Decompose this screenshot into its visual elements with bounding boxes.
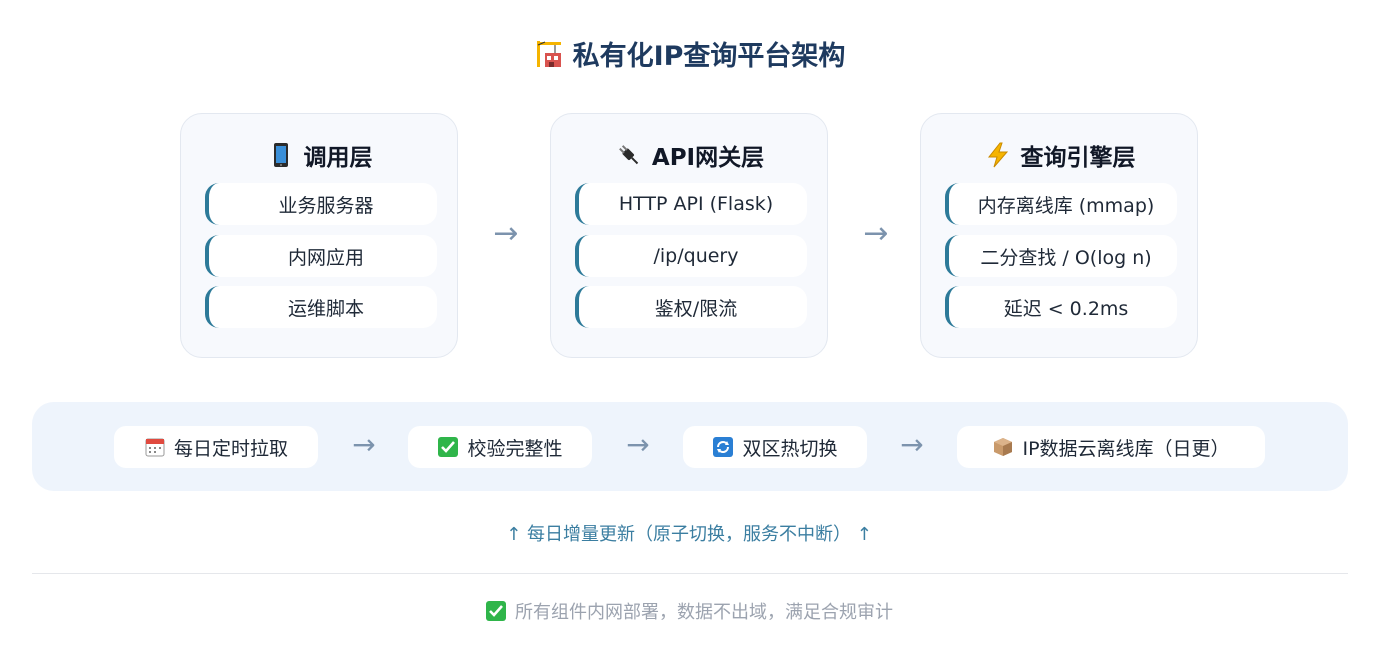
pipeline-step-label: IP数据云离线库（日更） [1022,437,1230,460]
check-box-icon [437,436,459,458]
layer-title-gateway: API网关层 [551,138,827,172]
layer-item: /ip/query [575,235,807,277]
flow-arrow: → [863,216,889,251]
title-text: 私有化IP查询平台架构 [572,41,846,72]
check-box-icon [485,600,507,622]
pipeline-step-offline-db: IP数据云离线库（日更） [957,426,1265,468]
layer-title-text: 调用层 [303,145,373,171]
construction-crane-icon [533,39,563,69]
update-note: ↑ 每日增量更新（原子切换，服务不中断） ↑ [506,524,872,545]
pipeline-step-label: 校验完整性 [467,437,563,460]
layer-item: HTTP API (Flask) [575,183,807,225]
footer-text: 所有组件内网部署，数据不出域，满足合规审计 [515,602,893,623]
layer-item: 内网应用 [205,235,437,277]
page-title: 私有化IP查询平台架构 [0,34,1378,73]
layer-card-gateway: API网关层 HTTP API (Flask) /ip/query 鉴权/限流 [550,113,828,358]
layer-card-engine: 查询引擎层 内存离线库 (mmap) 二分查找 / O(log n) 延迟 < … [920,113,1198,358]
pipeline-arrow: → [626,428,650,461]
pipeline-step-label: 双区热切换 [742,437,838,460]
layer-item: 鉴权/限流 [575,286,807,328]
layer-card-caller: 调用层 业务服务器 内网应用 运维脚本 [180,113,458,358]
update-pipeline: 每日定时拉取 → 校验完整性 → 双区热切换 → IP数据云离线库（日更） [32,402,1348,491]
pipeline-step-label: 每日定时拉取 [173,437,288,460]
footer-note: 所有组件内网部署，数据不出域，满足合规审计 [0,598,1378,624]
package-icon [992,436,1014,458]
layer-item: 延迟 < 0.2ms [945,286,1177,328]
flow-arrow: → [493,216,519,251]
plug-icon [614,140,644,170]
pipeline-step-switch: 双区热切换 [683,426,867,468]
layer-item: 内存离线库 (mmap) [945,183,1177,225]
divider [32,573,1348,574]
layer-title-text: 查询引擎层 [1020,145,1136,171]
pipeline-step-verify: 校验完整性 [408,426,592,468]
mobile-phone-icon [266,140,296,170]
pipeline-arrow: → [352,428,376,461]
pipeline-step-fetch: 每日定时拉取 [114,426,318,468]
layer-title-engine: 查询引擎层 [921,138,1197,172]
pipeline-arrow: → [900,428,924,461]
refresh-icon [712,436,734,458]
layer-title-text: API网关层 [651,145,765,171]
layer-title-caller: 调用层 [181,138,457,172]
layer-item: 业务服务器 [205,183,437,225]
layer-item: 二分查找 / O(log n) [945,235,1177,277]
calendar-icon [144,436,166,458]
layer-item: 运维脚本 [205,286,437,328]
lightning-icon [983,140,1013,170]
